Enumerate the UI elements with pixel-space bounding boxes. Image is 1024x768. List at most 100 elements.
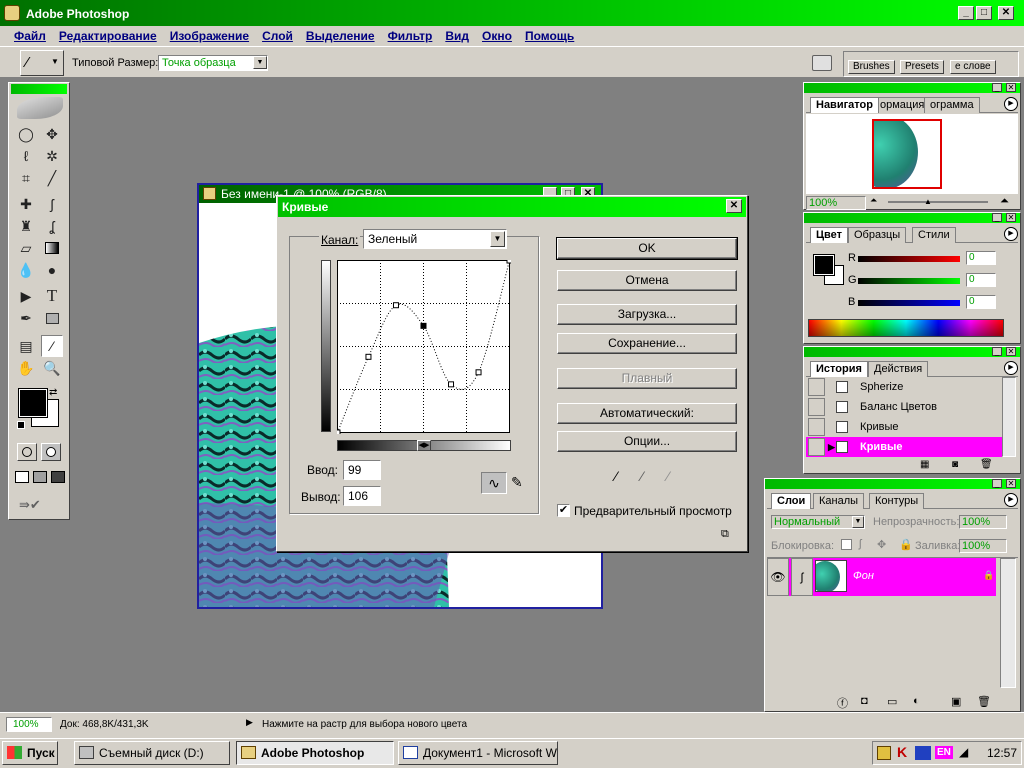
tab-history[interactable]: История xyxy=(810,361,868,377)
menu-help[interactable]: Помощь xyxy=(525,29,574,43)
b-field[interactable]: 0 xyxy=(966,295,996,309)
menu-edit[interactable]: Редактирование xyxy=(59,29,157,43)
new-layer-icon[interactable]: ▣ xyxy=(951,695,961,708)
pen-icon[interactable]: ✒ xyxy=(15,307,37,329)
menu-layer[interactable]: Слой xyxy=(262,29,293,43)
file-browser-icon[interactable] xyxy=(812,55,832,71)
tab-styles[interactable]: Стили xyxy=(912,227,956,243)
tab-info[interactable]: ормация xyxy=(874,97,931,113)
navigator-zoom-field[interactable]: 100% xyxy=(806,196,866,210)
tab-layers[interactable]: Слои xyxy=(771,493,812,509)
black-point-eyedropper-icon[interactable]: ⁄ xyxy=(615,468,631,486)
layer-brush-icon[interactable]: ʃ xyxy=(791,558,813,596)
lock-all-icon[interactable]: 🔒 xyxy=(899,538,913,551)
minimize-button[interactable]: _ xyxy=(958,6,974,20)
expand-dialog-icon[interactable]: ⧉ xyxy=(721,528,729,541)
path-selection-icon[interactable]: ▶ xyxy=(15,285,37,307)
zoom-slider-thumb[interactable]: ▲ xyxy=(924,197,932,206)
move-icon[interactable]: ✥ xyxy=(41,123,63,145)
panel-menu-icon[interactable]: ▶ xyxy=(1004,493,1018,507)
cancel-button[interactable]: Отмена xyxy=(557,270,737,291)
hand-icon[interactable]: ✋ xyxy=(15,357,37,379)
panel-menu-icon[interactable]: ▶ xyxy=(1004,97,1018,111)
kaspersky-icon[interactable]: K xyxy=(897,744,907,760)
navigator-view-box[interactable] xyxy=(872,119,942,189)
tray-network-icon[interactable] xyxy=(915,746,931,760)
tab-histogram[interactable]: ограмма xyxy=(924,97,980,113)
foreground-color-swatch[interactable] xyxy=(18,388,48,418)
shape-icon[interactable] xyxy=(41,307,63,329)
marquee-icon[interactable]: ◯ xyxy=(15,123,37,145)
standard-mode-button[interactable] xyxy=(17,443,37,461)
task-photoshop[interactable]: Adobe Photoshop xyxy=(236,741,394,765)
input-field[interactable]: 99 xyxy=(343,460,381,480)
tray-app-icon[interactable] xyxy=(877,746,891,760)
white-point-eyedropper-icon[interactable]: ⁄ xyxy=(667,468,683,486)
history-slider-icon[interactable]: ▶ xyxy=(828,437,835,457)
curves-graph[interactable] xyxy=(337,260,511,434)
clone-stamp-icon[interactable]: ♜ xyxy=(15,215,37,237)
history-item[interactable]: Spherize xyxy=(806,377,1004,397)
r-field[interactable]: 0 xyxy=(966,251,996,265)
sample-size-select[interactable]: Точка образца ▼ xyxy=(158,55,268,71)
type-icon[interactable]: T xyxy=(41,285,63,307)
tab-color[interactable]: Цвет xyxy=(810,227,849,243)
history-item-active[interactable]: ▶ Кривые xyxy=(806,437,1004,457)
dodge-icon[interactable]: ● xyxy=(41,259,63,281)
g-slider[interactable] xyxy=(858,278,960,284)
slice-icon[interactable]: ╱ xyxy=(41,167,63,189)
chevron-down-icon[interactable]: ▼ xyxy=(490,231,505,247)
curve-point[interactable] xyxy=(475,369,482,376)
options-button[interactable]: Опции... xyxy=(557,431,737,452)
lock-brush-icon[interactable]: ʃ xyxy=(859,538,861,550)
gradient-direction-toggle-icon[interactable]: ◀▶ xyxy=(417,440,431,451)
curve-point[interactable] xyxy=(420,322,427,329)
curve-point[interactable] xyxy=(448,381,455,388)
gray-point-eyedropper-icon[interactable]: ⁄ xyxy=(641,468,657,486)
history-item[interactable]: Кривые xyxy=(806,417,1004,437)
auto-button[interactable]: Автоматический: xyxy=(557,403,737,424)
ok-button[interactable]: OK xyxy=(556,237,738,260)
new-document-icon[interactable]: ▦ xyxy=(920,459,929,470)
menu-view[interactable]: Вид xyxy=(445,29,469,43)
history-item[interactable]: Баланс Цветов xyxy=(806,397,1004,417)
zoom-icon[interactable]: 🔍 xyxy=(41,357,63,379)
magic-wand-icon[interactable]: ✲ xyxy=(41,145,63,167)
panel-menu-icon[interactable]: ▶ xyxy=(1004,227,1018,241)
gradient-icon[interactable] xyxy=(41,237,63,259)
swap-colors-icon[interactable]: ⇄ xyxy=(49,387,57,398)
screen-mode-menu-icon[interactable] xyxy=(33,471,47,483)
r-slider[interactable] xyxy=(858,256,960,262)
g-field[interactable]: 0 xyxy=(966,273,996,287)
color-fg-swatch[interactable] xyxy=(813,254,835,276)
preview-checkbox[interactable]: ✔ xyxy=(557,504,570,517)
blur-icon[interactable]: 💧 xyxy=(15,259,37,281)
history-brush-icon[interactable]: ʆ xyxy=(41,215,63,237)
curves-close-button[interactable]: ✕ xyxy=(726,199,742,213)
channel-select[interactable]: Зеленый ▼ xyxy=(363,229,507,249)
task-removable-disk[interactable]: Съемный диск (D:) xyxy=(74,741,230,765)
lock-transparency-icon[interactable] xyxy=(841,539,852,550)
opacity-field[interactable]: 100% xyxy=(959,515,1007,529)
status-zoom-field[interactable]: 100% xyxy=(6,717,52,732)
lock-move-icon[interactable]: ✥ xyxy=(877,538,886,551)
output-field[interactable]: 106 xyxy=(343,486,381,506)
palette-well-tab-presets[interactable]: Presets xyxy=(900,60,944,74)
layer-set-icon[interactable]: ▭ xyxy=(887,695,897,708)
brush-icon[interactable]: ʃ xyxy=(41,193,63,215)
eraser-icon[interactable]: ▱ xyxy=(15,237,37,259)
delete-layer-icon[interactable]: 🗑 xyxy=(977,695,991,708)
menu-window[interactable]: Окно xyxy=(482,29,512,43)
adjustment-layer-icon[interactable]: ◐ xyxy=(913,695,920,707)
maximize-button[interactable]: □ xyxy=(976,6,992,20)
zoom-in-icon[interactable]: ⏶ xyxy=(1000,195,1009,208)
close-button[interactable]: ✕ xyxy=(998,6,1014,20)
b-slider[interactable] xyxy=(858,300,960,306)
menu-select[interactable]: Выделение xyxy=(306,29,375,43)
curve-point[interactable] xyxy=(365,353,372,360)
curve-point[interactable] xyxy=(392,302,399,309)
tab-paths[interactable]: Контуры xyxy=(869,493,925,509)
start-button[interactable]: Пуск xyxy=(2,741,58,765)
tab-swatches[interactable]: Образцы xyxy=(848,227,907,243)
crop-icon[interactable]: ⌗ xyxy=(15,167,37,189)
